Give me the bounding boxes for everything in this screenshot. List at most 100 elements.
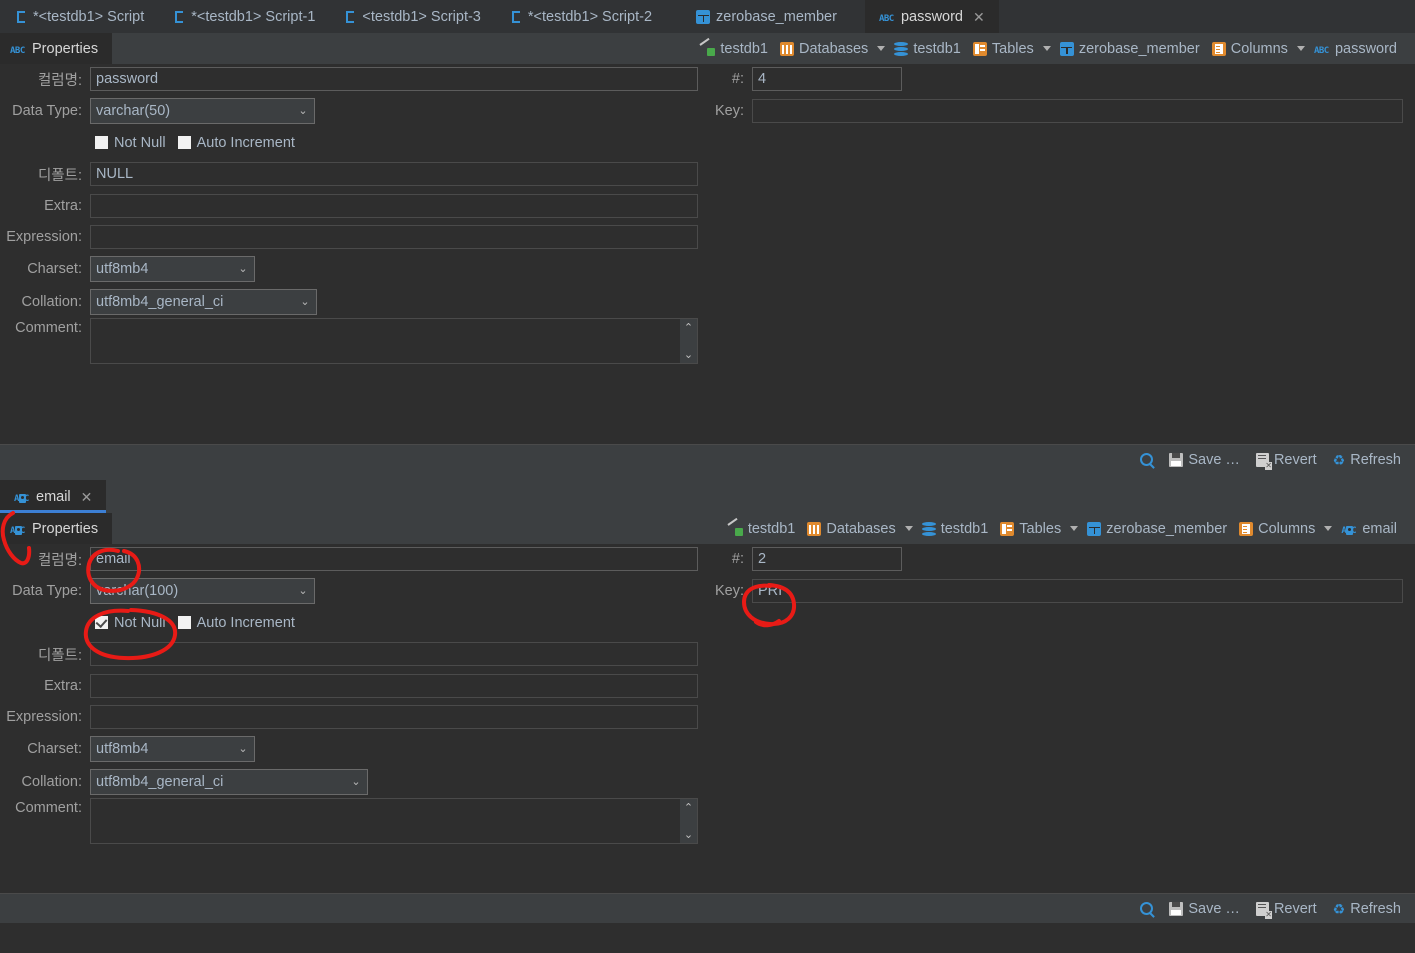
default-label: 디폴트: bbox=[37, 647, 82, 664]
auto-increment-checkbox[interactable] bbox=[177, 616, 191, 629]
charset-select[interactable]: utf8mb4 ⌄ bbox=[90, 735, 255, 762]
breadcrumb-label: Databases bbox=[798, 40, 869, 57]
breadcrumb-item-table[interactable]: zerobase_member bbox=[1081, 521, 1233, 537]
properties-tab-label: Properties bbox=[32, 40, 99, 57]
breadcrumb-item-database[interactable]: testdb1 bbox=[916, 521, 995, 537]
key-input[interactable] bbox=[752, 98, 1403, 123]
not-null-label: Not Null bbox=[114, 134, 166, 151]
data-type-value: varchar(50) bbox=[96, 102, 171, 119]
chevron-down-icon[interactable]: ⌄ bbox=[232, 736, 254, 761]
breadcrumb-item-column[interactable]: ABC email bbox=[1335, 521, 1403, 537]
connection-icon bbox=[728, 522, 743, 536]
breadcrumb-item-connection[interactable]: testdb1 bbox=[722, 521, 802, 537]
editor-tabstrip-bottom[interactable]: ABC email ✕ bbox=[0, 480, 1415, 513]
comment-label: Comment: bbox=[15, 800, 82, 816]
close-icon[interactable]: ✕ bbox=[81, 490, 93, 504]
expression-input[interactable] bbox=[90, 224, 698, 249]
collation-select[interactable]: utf8mb4_general_ci ⌄ bbox=[90, 288, 317, 315]
breadcrumb-item-database[interactable]: testdb1 bbox=[888, 41, 967, 57]
editor-tab-script-2[interactable]: *<testdb1> Script-2 bbox=[495, 0, 666, 33]
breadcrumb-label: Tables bbox=[991, 40, 1034, 57]
chevron-down-icon[interactable]: ⌄ bbox=[232, 256, 254, 281]
auto-increment-checkbox[interactable] bbox=[177, 136, 191, 149]
chevron-down-icon[interactable] bbox=[1324, 526, 1333, 531]
editor-tab-label: password bbox=[900, 8, 963, 25]
databases-icon bbox=[807, 521, 822, 536]
comment-label: Comment: bbox=[15, 320, 82, 336]
data-type-select[interactable]: varchar(50) ⌄ bbox=[90, 97, 315, 124]
column-name-input[interactable] bbox=[90, 67, 698, 91]
breadcrumb-item-databases[interactable]: Databases bbox=[801, 521, 901, 537]
expression-input[interactable] bbox=[90, 704, 698, 729]
not-null-checkbox-group[interactable]: Not Null bbox=[95, 615, 166, 631]
extra-input[interactable] bbox=[90, 193, 698, 218]
column-properties-form-bottom: 컬럼명: Data Type: varchar(100) ⌄ Not Null bbox=[0, 544, 1415, 893]
num-input[interactable] bbox=[752, 547, 902, 571]
refresh-button[interactable]: ♻ Refresh bbox=[1333, 452, 1401, 468]
save-button[interactable]: Save … bbox=[1169, 452, 1240, 468]
not-null-checkbox-group[interactable]: Not Null bbox=[95, 135, 166, 151]
chevron-down-icon[interactable]: ⌄ bbox=[292, 98, 314, 123]
charset-select[interactable]: utf8mb4 ⌄ bbox=[90, 255, 255, 282]
editor-tab-password[interactable]: ABC password ✕ bbox=[864, 0, 999, 33]
chevron-down-icon[interactable]: ⌄ bbox=[292, 578, 314, 603]
chevron-down-icon[interactable] bbox=[1042, 46, 1051, 51]
breadcrumb-item-databases[interactable]: Databases bbox=[774, 41, 874, 57]
collation-select[interactable]: utf8mb4_general_ci ⌄ bbox=[90, 768, 368, 795]
search-icon[interactable] bbox=[1140, 902, 1154, 915]
search-icon[interactable] bbox=[1140, 453, 1154, 466]
refresh-button[interactable]: ♻ Refresh bbox=[1333, 901, 1401, 917]
extra-input[interactable] bbox=[90, 673, 698, 698]
breadcrumb-item-connection[interactable]: testdb1 bbox=[694, 41, 774, 57]
editor-tab-zerobase-member[interactable]: zerobase_member bbox=[682, 0, 851, 33]
not-null-checkbox[interactable] bbox=[95, 616, 108, 629]
breadcrumb-label: Databases bbox=[826, 520, 896, 537]
breadcrumb-item-column[interactable]: ABC password bbox=[1308, 41, 1403, 57]
revert-button[interactable]: Revert bbox=[1255, 452, 1317, 470]
scroll-down-icon[interactable]: ⌄ bbox=[684, 348, 693, 361]
scroll-up-icon[interactable]: ⌃ bbox=[684, 801, 693, 814]
script-icon bbox=[14, 10, 27, 24]
scroll-up-icon[interactable]: ⌃ bbox=[684, 321, 693, 334]
scroll-down-icon[interactable]: ⌄ bbox=[684, 828, 693, 841]
save-label: Save … bbox=[1188, 900, 1240, 917]
breadcrumb-item-columns[interactable]: Columns bbox=[1233, 521, 1321, 537]
comment-textarea[interactable]: ⌃ ⌄ bbox=[90, 318, 698, 364]
auto-increment-checkbox-group[interactable]: Auto Increment bbox=[177, 135, 295, 151]
chevron-down-icon[interactable] bbox=[904, 526, 913, 531]
properties-tab-top[interactable]: ABC Properties bbox=[0, 33, 113, 64]
key-input[interactable] bbox=[752, 578, 1403, 603]
column-name-input[interactable] bbox=[90, 547, 698, 571]
breadcrumb-item-tables[interactable]: Tables bbox=[994, 521, 1067, 537]
properties-tab-bottom[interactable]: ABC Properties bbox=[0, 513, 113, 544]
editor-tab-script-1[interactable]: *<testdb1> Script-1 bbox=[158, 0, 329, 33]
default-input[interactable] bbox=[90, 642, 698, 666]
breadcrumb-item-tables[interactable]: Tables bbox=[967, 41, 1040, 57]
chevron-down-icon[interactable] bbox=[1296, 46, 1305, 51]
comment-textarea[interactable]: ⌃ ⌄ bbox=[90, 798, 698, 844]
breadcrumb-item-table[interactable]: zerobase_member bbox=[1054, 41, 1206, 57]
auto-increment-checkbox-group[interactable]: Auto Increment bbox=[177, 615, 295, 631]
revert-button[interactable]: Revert bbox=[1255, 901, 1317, 919]
chevron-down-icon[interactable] bbox=[877, 46, 886, 51]
comment-scrollbar[interactable]: ⌃ ⌄ bbox=[680, 319, 697, 363]
default-input[interactable] bbox=[90, 162, 698, 186]
save-button[interactable]: Save … bbox=[1169, 901, 1240, 917]
not-null-checkbox[interactable] bbox=[95, 136, 108, 149]
data-type-label: Data Type: bbox=[12, 102, 82, 119]
breadcrumb-item-columns[interactable]: Columns bbox=[1206, 41, 1294, 57]
editor-tab-script[interactable]: *<testdb1> Script bbox=[0, 0, 158, 33]
editor-tab-email[interactable]: ABC email ✕ bbox=[0, 480, 107, 513]
chevron-down-icon[interactable]: ⌄ bbox=[294, 289, 316, 314]
databases-icon bbox=[779, 41, 794, 56]
chevron-down-icon[interactable]: ⌄ bbox=[345, 769, 367, 794]
close-icon[interactable]: ✕ bbox=[973, 10, 985, 24]
num-input[interactable] bbox=[752, 67, 902, 91]
abc-icon: ABC bbox=[1313, 45, 1329, 56]
editor-tabstrip[interactable]: *<testdb1> Script *<testdb1> Script-1 <t… bbox=[0, 0, 1415, 33]
breadcrumb-label: email bbox=[1362, 520, 1397, 537]
chevron-down-icon[interactable] bbox=[1070, 526, 1079, 531]
comment-scrollbar[interactable]: ⌃ ⌄ bbox=[680, 799, 697, 843]
editor-tab-script-3[interactable]: <testdb1> Script-3 bbox=[329, 0, 495, 33]
data-type-select[interactable]: varchar(100) ⌄ bbox=[90, 577, 315, 604]
